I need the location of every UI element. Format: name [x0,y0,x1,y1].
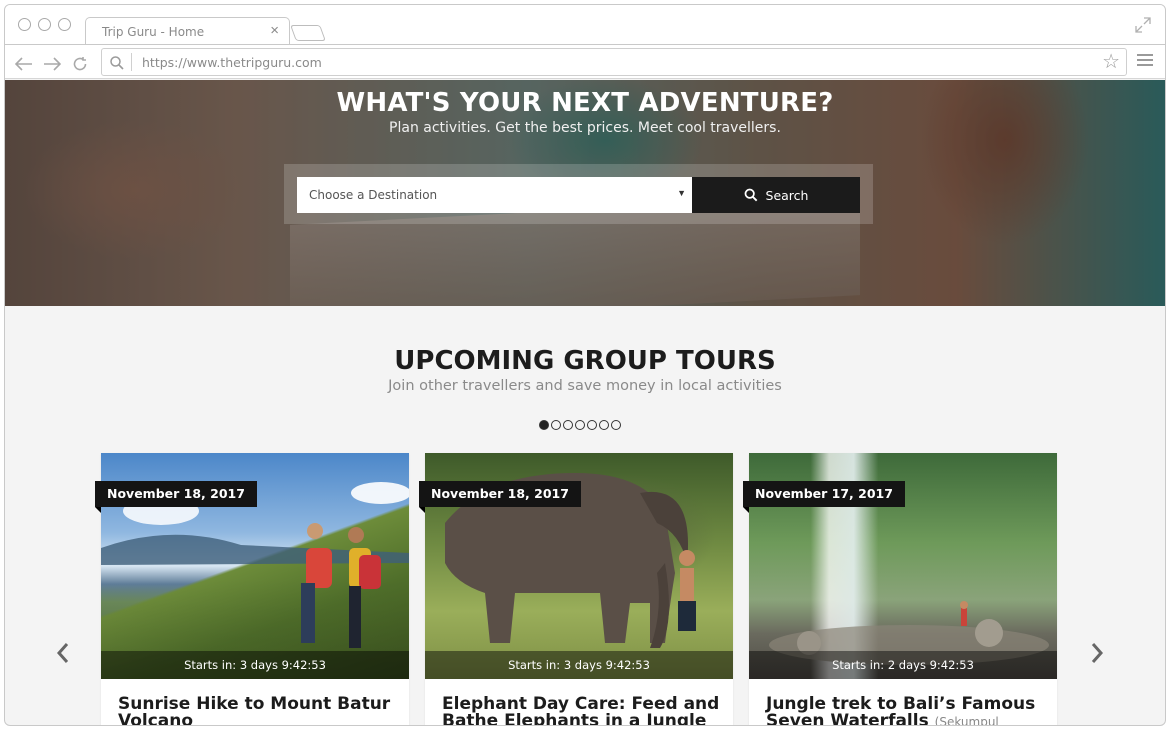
tour-countdown: Starts in: 2 days 9:42:53 [749,651,1057,679]
destination-search-box: Choose a Destination ▼ Search [284,164,873,224]
tour-countdown: Starts in: 3 days 9:42:53 [101,651,409,679]
tour-title-line-2: Seven Waterfalls (Sekumpul Waterfalls) [766,713,1046,726]
section-subtitle: Join other travellers and save money in … [388,378,782,394]
caret-down-icon: ▼ [677,188,686,198]
reload-icon [73,57,87,71]
tour-title-line-2: Bathe Elephants in a Jungle [442,711,707,726]
carousel-dot[interactable] [539,420,549,430]
address-bar[interactable]: https://www.thetripguru.com ☆ [101,48,1127,76]
hero-banner: WHAT'S YOUR NEXT ADVENTURE? Plan activit… [5,80,1165,306]
back-button[interactable] [13,53,35,75]
tour-card[interactable]: November 18, 2017 Starts in: 3 days 9:42… [419,453,733,726]
browser-tab[interactable]: Trip Guru - Home × [85,17,290,45]
tab-strip-divider [5,44,1165,45]
window-zoom-button[interactable] [58,18,71,31]
tour-title-line-2-main: Seven Waterfalls [766,711,929,726]
carousel-dot[interactable] [587,420,597,430]
browser-window: Trip Guru - Home × https://www.thetripgu… [4,4,1166,726]
destination-placeholder: Choose a Destination [309,188,438,202]
tour-date-badge: November 17, 2017 [743,481,905,513]
fullscreen-icon[interactable] [1135,17,1151,33]
address-divider [131,53,132,71]
arrow-right-icon [44,57,61,71]
reload-button[interactable] [69,53,91,75]
url-text[interactable]: https://www.thetripguru.com [142,55,322,70]
tab-title: Trip Guru - Home [102,25,205,39]
browser-toolbar: Trip Guru - Home × https://www.thetripgu… [5,5,1165,79]
carousel-prev-arrow-icon[interactable] [53,639,73,667]
section-title: UPCOMING GROUP TOURS [394,346,776,376]
carousel-dot[interactable] [551,420,561,430]
tour-countdown: Starts in: 3 days 9:42:53 [425,651,733,679]
hero-subtitle: Plan activities. Get the best prices. Me… [389,120,781,136]
tour-title: Jungle trek to Bali’s Famous Seven Water… [766,696,1046,726]
hamburger-menu-icon[interactable] [1137,54,1153,68]
carousel-dot[interactable] [611,420,621,430]
search-button-label: Search [765,187,809,203]
carousel-dot[interactable] [575,420,585,430]
tab-close-icon[interactable]: × [270,22,279,39]
search-button[interactable]: Search [692,177,860,213]
tour-date-badge: November 18, 2017 [419,481,581,513]
bookmark-star-icon[interactable]: ☆ [1102,52,1120,72]
search-icon [110,56,124,70]
forward-button[interactable] [41,53,63,75]
window-close-button[interactable] [18,18,31,31]
new-tab-button[interactable] [290,25,326,41]
carousel-dot[interactable] [563,420,573,430]
carousel-dot[interactable] [599,420,609,430]
search-icon [744,188,757,202]
tour-card[interactable]: November 17, 2017 Starts in: 2 days 9:42… [743,453,1057,726]
tour-date-badge: November 18, 2017 [95,481,257,513]
destination-select[interactable]: Choose a Destination ▼ [297,177,692,213]
tour-card[interactable]: November 18, 2017 Starts in: 3 days 9:42… [95,453,409,726]
hero-title: WHAT'S YOUR NEXT ADVENTURE? [336,88,834,118]
carousel-pagination [539,420,621,430]
carousel-next-arrow-icon[interactable] [1087,639,1107,667]
window-minimize-button[interactable] [38,18,51,31]
tour-title-line-2: Volcano [118,711,194,726]
tour-title: Sunrise Hike to Mount Batur Volcano [118,696,398,726]
arrow-left-icon [15,57,32,71]
tour-title: Elephant Day Care: Feed and Bathe Elepha… [442,696,722,726]
